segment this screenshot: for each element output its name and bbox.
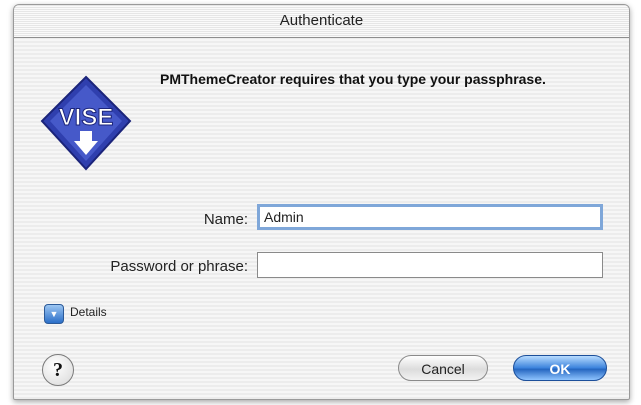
details-label: Details bbox=[70, 305, 107, 319]
cancel-button[interactable]: Cancel bbox=[398, 355, 488, 381]
name-label: Name: bbox=[203, 211, 248, 228]
name-field[interactable] bbox=[257, 204, 603, 230]
disclosure-triangle-icon: ▼ bbox=[49, 309, 59, 319]
auth-message: PMThemeCreator requires that you type yo… bbox=[160, 71, 546, 87]
details-disclosure-button[interactable]: ▼ bbox=[44, 304, 64, 324]
ok-button[interactable]: OK bbox=[513, 355, 607, 381]
authenticate-dialog: Authenticate VISE PMThemeCreator require… bbox=[13, 4, 630, 400]
password-label: Password or phrase: bbox=[110, 258, 248, 275]
password-field[interactable] bbox=[257, 252, 603, 278]
vise-logo-icon: VISE bbox=[40, 75, 132, 171]
svg-text:VISE: VISE bbox=[59, 104, 114, 131]
window-title: Authenticate bbox=[14, 5, 629, 38]
help-button[interactable]: ? bbox=[42, 354, 74, 386]
